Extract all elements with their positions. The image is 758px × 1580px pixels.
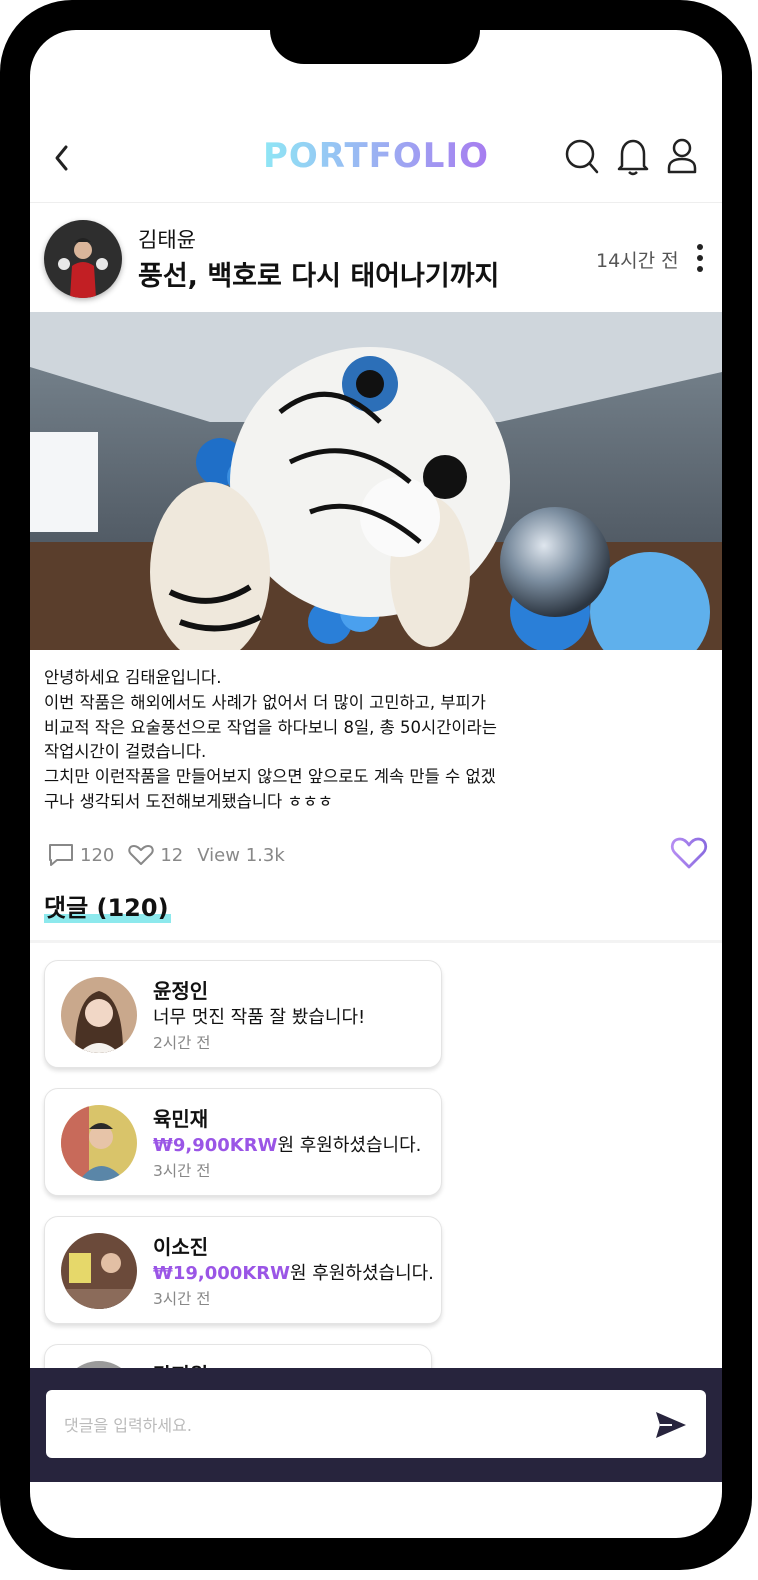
author-avatar[interactable] bbox=[44, 220, 122, 298]
comment-message: 너무 멋진 작품 잘 봤습니다! bbox=[153, 1007, 366, 1028]
commenter-avatar[interactable] bbox=[61, 977, 137, 1053]
comment-card[interactable]: 육민재 ₩9,900KRW원 후원하셨습니다. 3시간 전 bbox=[44, 1088, 442, 1196]
post-title: 풍선, 백호로 다시 태어나기까지 bbox=[138, 261, 500, 292]
comment-message: ₩19,000KRW원 후원하셨습니다. bbox=[153, 1263, 434, 1284]
post-body: 안녕하세요 김태윤입니다. 이번 작품은 해외에서도 사례가 없어서 더 많이 … bbox=[44, 668, 497, 811]
comment-time: 2시간 전 bbox=[153, 1034, 211, 1052]
comment-icon[interactable] bbox=[48, 843, 74, 867]
comment-card[interactable]: 윤정인 너무 멋진 작품 잘 봤습니다! 2시간 전 bbox=[44, 960, 442, 1068]
app-screen: PORTFOLIO 김태윤 풍선, 백호로 다시 태어나기까지 14시간 전 안… bbox=[30, 30, 722, 1538]
commenter-avatar[interactable] bbox=[61, 1233, 137, 1309]
comment-time: 3시간 전 bbox=[153, 1162, 211, 1180]
commenter-avatar[interactable] bbox=[61, 1105, 137, 1181]
comment-message: ₩9,900KRW원 후원하셨습니다. bbox=[153, 1135, 422, 1156]
heart-icon[interactable] bbox=[128, 843, 155, 867]
post-stats: 120 12 View 1.3k bbox=[48, 840, 299, 870]
comment-input-bar bbox=[30, 1368, 722, 1482]
comment-input-box[interactable] bbox=[46, 1390, 706, 1460]
search-icon[interactable] bbox=[564, 136, 600, 180]
post-image[interactable] bbox=[30, 312, 722, 650]
author-name[interactable]: 김태윤 bbox=[138, 224, 196, 254]
like-count: 12 bbox=[160, 844, 184, 866]
commenter-name: 윤정인 bbox=[153, 979, 209, 1003]
bell-icon[interactable] bbox=[616, 136, 650, 180]
donation-amount: ₩9,900KRW bbox=[153, 1135, 278, 1156]
comment-card[interactable]: 이소진 ₩19,000KRW원 후원하셨습니다. 3시간 전 bbox=[44, 1216, 442, 1324]
more-icon[interactable] bbox=[694, 242, 706, 280]
donation-amount: ₩19,000KRW bbox=[153, 1263, 290, 1284]
commenter-name: 육민재 bbox=[153, 1107, 209, 1131]
send-icon[interactable] bbox=[654, 1410, 688, 1444]
user-icon[interactable] bbox=[666, 136, 698, 180]
phone-notch bbox=[270, 30, 480, 64]
view-count: View 1.3k bbox=[197, 844, 285, 866]
comment-time: 3시간 전 bbox=[153, 1290, 211, 1308]
phone-frame: PORTFOLIO 김태윤 풍선, 백호로 다시 태어나기까지 14시간 전 안… bbox=[0, 0, 752, 1570]
post-time: 14시간 전 bbox=[596, 250, 679, 272]
section-divider bbox=[30, 940, 722, 943]
post-header: 김태윤 풍선, 백호로 다시 태어나기까지 14시간 전 bbox=[30, 202, 722, 312]
top-header: PORTFOLIO bbox=[30, 112, 722, 203]
like-heart-icon[interactable] bbox=[670, 836, 708, 874]
commenter-name: 이소진 bbox=[153, 1235, 209, 1259]
comments-title: 댓글 (120) bbox=[44, 888, 171, 923]
comment-count: 120 bbox=[80, 844, 115, 866]
comment-input[interactable] bbox=[62, 1390, 626, 1460]
